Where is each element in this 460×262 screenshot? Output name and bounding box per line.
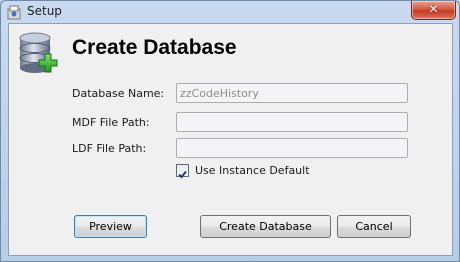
create-database-button[interactable]: Create Database: [200, 215, 331, 238]
setup-app-icon: [7, 5, 21, 20]
dialog-content: Create Database Database Name: MDF File …: [8, 23, 453, 256]
setup-window: Setup ✕ Create Database Database Name: z…: [0, 0, 460, 262]
use-instance-default-checkbox[interactable]: [176, 164, 189, 179]
database-name-label: Database Name:: [72, 87, 165, 100]
ldf-file-path-label: LDF File Path:: [72, 142, 147, 155]
database-add-icon: [19, 32, 58, 73]
ldf-file-path-field[interactable]: [176, 138, 408, 158]
cancel-button[interactable]: Cancel: [337, 215, 411, 238]
use-instance-default-label[interactable]: Use Instance Default: [195, 164, 310, 177]
database-name-field[interactable]: [176, 83, 408, 103]
close-icon: ✕: [428, 2, 439, 16]
mdf-file-path-field[interactable]: [176, 112, 408, 132]
checkmark-icon: [178, 170, 187, 179]
mdf-file-path-label: MDF File Path:: [72, 116, 150, 129]
page-title: Create Database: [72, 36, 237, 59]
preview-button[interactable]: Preview: [74, 215, 147, 238]
window-title: Setup: [27, 4, 62, 18]
title-bar[interactable]: Setup ✕: [1, 1, 459, 23]
close-button[interactable]: ✕: [411, 1, 456, 20]
